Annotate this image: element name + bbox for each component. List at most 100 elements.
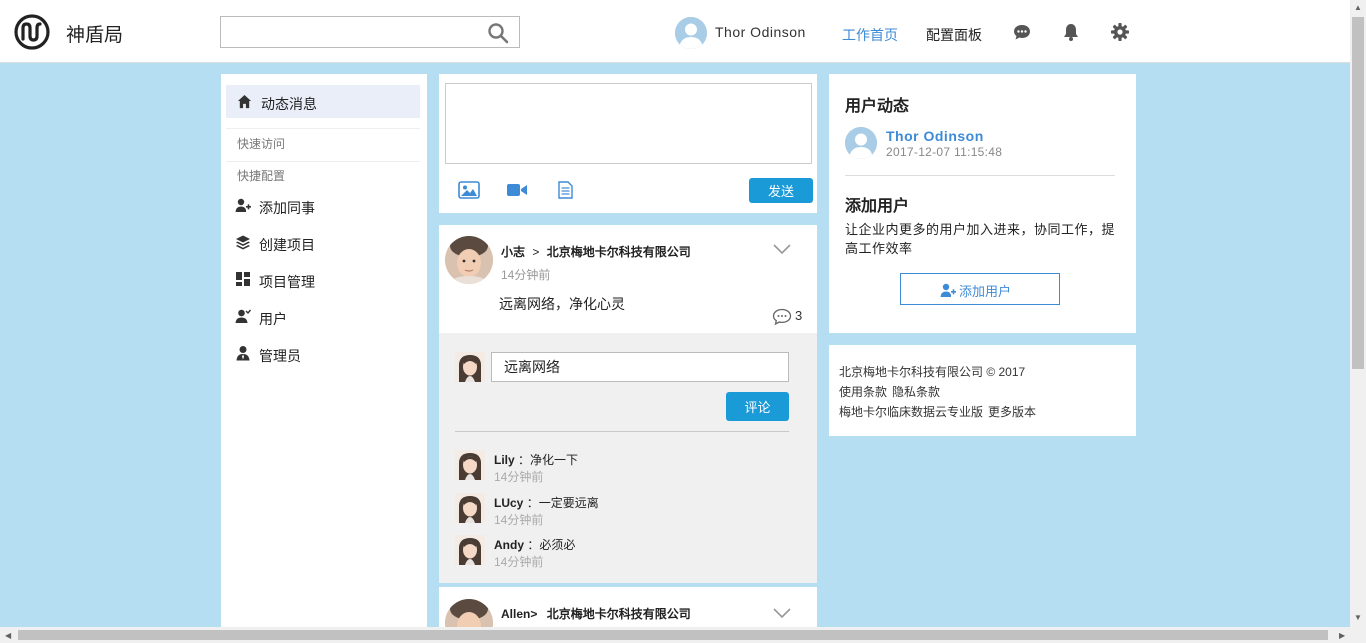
search-input[interactable] [221,17,481,47]
user-avatar[interactable] [675,17,707,49]
activity-time: 2017-12-07 11:15:48 [886,145,1003,159]
footer-card: 北京梅地卡尔科技有限公司 © 2017 使用条款 隐私条款 梅地卡尔临床数据云专业… [829,345,1136,436]
post-author-line: Allen> 北京梅地卡尔科技有限公司 [501,605,691,622]
comment-section: 评论 Lily ：净化一下 14分钟前 [439,333,817,583]
scroll-left-arrow-icon[interactable]: ◀ [5,631,11,640]
sidebar-item-news-feed[interactable]: 动态消息 [226,85,420,118]
comment-time: 14分钟前 [494,513,544,527]
send-button[interactable]: 发送 [749,178,813,203]
comment-avatar[interactable] [455,493,485,523]
sidebar-divider [226,161,420,162]
sidebar-item-admin[interactable]: 管理员 [221,338,427,368]
sidebar-item-label: 项目管理 [259,274,315,290]
chevron-down-icon[interactable] [773,606,791,620]
comment-line: Lily ：净化一下 [494,451,578,468]
footer-copyright: 北京梅地卡尔科技有限公司 © 2017 [839,365,1026,379]
post-content: 远离网络，净化心灵 [499,296,625,312]
post-author-name[interactable]: 小志 [501,245,525,259]
post-card: 小志 > 北京梅地卡尔科技有限公司 14分钟前 远离网络，净化心灵 3 评论 [439,225,817,583]
vertical-scroll-thumb[interactable] [1352,17,1364,369]
add-user-description: 让企业内更多的用户加入进来，协同工作，提高工作效率 [845,222,1116,256]
card-divider [845,175,1115,176]
post-separator: > [532,245,540,259]
comment-author[interactable]: Andy [494,538,524,552]
vertical-scrollbar[interactable]: ▲ ▼ [1350,0,1366,627]
terms-link[interactable]: 使用条款 [839,385,887,399]
comment-input[interactable] [491,352,789,382]
activity-user-avatar[interactable] [845,127,877,159]
post-composer: 发送 [439,74,817,213]
scroll-down-arrow-icon[interactable]: ▼ [1354,613,1362,622]
admin-icon [236,346,250,361]
sidebar-item-project-management[interactable]: 项目管理 [221,264,427,294]
sidebar-section-quick-config: 快捷配置 [237,169,286,183]
add-user-button[interactable]: 添加用户 [900,273,1060,305]
layers-icon [236,235,250,250]
scroll-up-arrow-icon[interactable]: ▲ [1354,3,1362,12]
privacy-link[interactable]: 隐私条款 [892,385,940,399]
chat-icon[interactable] [1012,22,1032,42]
comment-time: 14分钟前 [494,555,544,569]
sidebar-item-label: 创建项目 [259,237,315,253]
comment-author[interactable]: LUcy [494,496,523,510]
comment-sep: ： [527,538,540,552]
comment-submit-button[interactable]: 评论 [726,392,789,421]
video-upload-icon[interactable] [506,181,528,199]
nav-home-link[interactable]: 工作首页 [842,25,898,45]
sidebar-item-label: 动态消息 [261,96,317,112]
left-sidebar: 动态消息 快速访问 快捷配置 添加同事 创建项目 项目管理 用户 管理员 [221,74,427,627]
comment-count[interactable]: 3 [772,308,808,326]
post-author-line: 小志 > 北京梅地卡尔科技有限公司 [501,243,691,260]
post-author-avatar[interactable] [445,236,493,284]
user-name[interactable]: Thor Odinson [715,24,806,40]
comment-text: 一定要远离 [538,496,599,510]
add-colleague-icon [235,198,251,212]
image-upload-icon[interactable] [458,181,480,199]
comment-avatar[interactable] [455,450,485,480]
bell-icon[interactable] [1061,22,1081,42]
avatar-photo-icon [455,450,485,480]
user-avatar-icon [845,127,877,159]
user-icon [235,309,251,323]
file-upload-icon[interactable] [554,181,576,199]
avatar-photo-icon [445,236,493,284]
sidebar-item-add-colleague[interactable]: 添加同事 [221,190,427,220]
post-company-name[interactable]: 北京梅地卡尔科技有限公司 [547,245,691,259]
comment-author[interactable]: Lily [494,453,515,467]
nav-config-panel-link[interactable]: 配置面板 [926,25,982,45]
commenter-avatar[interactable] [455,352,485,382]
chevron-down-icon[interactable] [773,242,791,256]
sidebar-item-create-project[interactable]: 创建项目 [221,227,427,257]
footer-links: 使用条款 隐私条款 [839,383,945,400]
activity-user-name[interactable]: Thor Odinson [886,128,984,144]
horizontal-scrollbar[interactable]: ◀ ▶ [0,627,1366,643]
post-company-name[interactable]: 北京梅地卡尔科技有限公司 [547,607,691,621]
comment-avatar[interactable] [455,535,485,565]
sidebar-item-users[interactable]: 用户 [221,301,427,331]
composer-textarea[interactable] [445,83,812,164]
footer-versions: 梅地卡尔临床数据云专业版 更多版本 [839,403,1041,420]
comment-count-number: 3 [795,308,803,323]
comment-line: LUcy ：一定要远离 [494,494,599,511]
comment-line: Andy ：必须必 [494,536,575,553]
comment-text: 必须必 [539,538,576,552]
add-user-title: 添加用户 [845,198,910,215]
settings-gear-icon[interactable] [1110,22,1130,42]
product-link[interactable]: 梅地卡尔临床数据云专业版 [839,405,983,419]
add-user-button-label: 添加用户 [959,284,1012,299]
comment-time: 14分钟前 [494,470,544,484]
horizontal-scroll-thumb[interactable] [18,630,1328,640]
post-card: Allen> 北京梅地卡尔科技有限公司 [439,587,817,627]
comment-sep: ： [518,453,531,467]
post-author-avatar[interactable] [445,599,493,627]
post-author-name[interactable]: Allen> [501,607,537,621]
sidebar-divider [226,128,420,129]
search-box [220,16,520,48]
comment-divider [455,431,789,432]
brand-name[interactable]: 神盾局 [66,20,123,47]
more-versions-link[interactable]: 更多版本 [988,405,1036,419]
logo-icon[interactable] [14,14,50,50]
scroll-right-arrow-icon[interactable]: ▶ [1339,631,1345,640]
sidebar-item-label: 用户 [259,311,287,327]
search-icon[interactable] [487,22,509,44]
